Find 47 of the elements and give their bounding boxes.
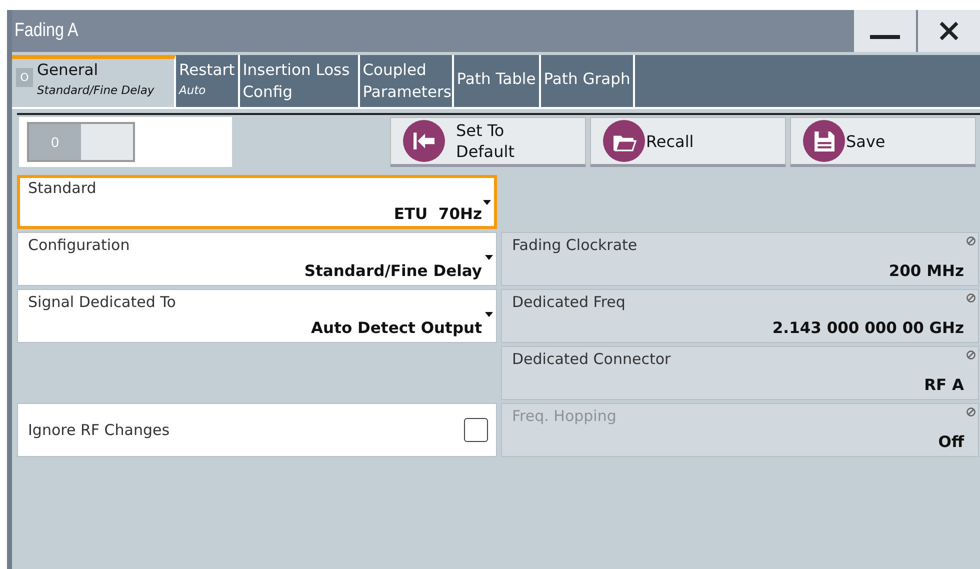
caret-icon [483, 200, 491, 205]
field-value: 200 MHz [888, 262, 964, 280]
caret-icon [485, 312, 493, 317]
tab-label: Insertion Loss Config [242, 60, 351, 103]
tab-sublabel: Standard/Fine Delay [37, 82, 154, 99]
folder-icon [603, 120, 645, 162]
field-value: 2.143 000 000 00 GHz [772, 319, 964, 337]
no-entry-icon [966, 350, 976, 360]
field-label: Standard [28, 179, 98, 197]
checkbox[interactable] [464, 418, 488, 442]
dropdown-field[interactable]: Standard ETU 70Hz [17, 175, 497, 229]
field-value: Off [938, 433, 964, 451]
tab-sublabel: Auto [179, 82, 207, 99]
window-title: Fading A [14, 20, 78, 42]
dropdown-field[interactable]: Configuration Standard/Fine Delay [17, 232, 497, 286]
tab-label: Restart [179, 60, 235, 81]
field-label: Dedicated Freq [512, 293, 626, 311]
save-button[interactable]: Save [790, 117, 976, 167]
tab[interactable]: Restart Auto [176, 55, 240, 107]
field-label: Fading Clockrate [512, 236, 638, 254]
field-value: RF A [924, 376, 964, 394]
minimize-button[interactable] [854, 10, 916, 52]
field-label: Configuration [28, 236, 131, 254]
field-label: Signal Dedicated To [28, 293, 177, 311]
close-button[interactable] [918, 10, 980, 52]
dropdown-field[interactable]: Signal Dedicated To Auto Detect Output [17, 289, 497, 343]
tab-label: Path Graph [544, 69, 630, 90]
checkbox-label: Ignore RF Changes [28, 421, 170, 439]
no-entry-icon [966, 407, 976, 417]
no-entry-icon [966, 293, 976, 303]
toggle-label: 0 [29, 124, 81, 160]
tab[interactable]: O General Standard/Fine Delay [12, 55, 176, 107]
tab-label: Path Table [456, 69, 536, 90]
recall-button[interactable]: Recall [590, 117, 786, 167]
set-to-default-button[interactable]: Set To Default [390, 117, 586, 167]
tab-label: General [37, 60, 100, 81]
field-label: Freq. Hopping [512, 407, 618, 425]
close-icon [938, 20, 960, 42]
status-indicator: O [16, 68, 33, 87]
no-entry-icon [966, 236, 976, 246]
field-value: Standard/Fine Delay [304, 262, 482, 280]
field-label: Dedicated Connector [512, 350, 672, 368]
field-value: Auto Detect Output [311, 319, 482, 337]
field-value: ETU 70Hz [394, 205, 482, 223]
minimize-icon [870, 34, 900, 40]
floppy-disk-icon [803, 120, 845, 162]
caret-icon [485, 255, 493, 260]
